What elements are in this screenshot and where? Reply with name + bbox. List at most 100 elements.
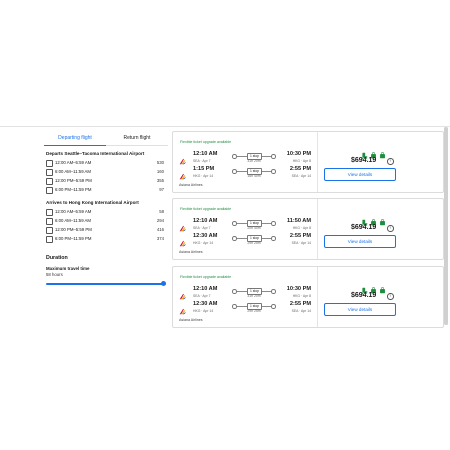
arrival-time: 2:55 PM	[289, 233, 311, 239]
airline-name: Asiana Airlines	[179, 318, 203, 322]
option-label: 6:00 AM–11:59 AM	[55, 169, 91, 174]
bag-icon	[379, 146, 386, 159]
flight-result-card[interactable]: Flexible ticket upgrade available 12:10 A…	[172, 198, 444, 260]
departs-option[interactable]: 12:00 PM–5:59 PM 355	[46, 177, 164, 185]
flight-result-card[interactable]: Flexible ticket upgrade available 12:10 A…	[172, 266, 444, 328]
airline-logo-icon	[179, 302, 186, 315]
scrollbar-thumb[interactable]	[444, 127, 448, 325]
flight-leg: 1:15 PM HKG · Apr 14 1 stop 16h 40m 2:55 PM S…	[179, 166, 315, 180]
max-travel-value: 58 hours	[46, 272, 63, 277]
checkbox[interactable]	[46, 208, 53, 216]
departure-info: SEA · Apr 7	[193, 158, 211, 163]
filters-sidebar: Departing flight Return flight Departs S…	[44, 127, 168, 325]
info-icon[interactable]: ?	[387, 158, 394, 165]
departure-info: HKG · Apr 14	[193, 308, 214, 313]
option-count: 355	[156, 178, 164, 183]
option-label: 6:00 PM–11:59 PM	[55, 187, 92, 192]
arrival-info: SEA · Apr 14	[291, 240, 311, 245]
option-label: 6:00 AM–11:59 AM	[55, 218, 91, 223]
bag-icon	[379, 213, 386, 226]
flight-duration: 31h 20m	[247, 159, 261, 163]
tab-departing-flight[interactable]: Departing flight	[44, 133, 106, 146]
view-details-button[interactable]: View details	[324, 168, 396, 181]
checkbox[interactable]	[46, 186, 53, 194]
arrives-option[interactable]: 6:00 AM–11:59 AM 294	[46, 217, 164, 225]
flight-duration: 31h 20m	[247, 294, 261, 298]
bag-icon	[379, 281, 386, 294]
arrival-time: 11:50 AM	[286, 218, 311, 224]
option-count: 416	[156, 227, 164, 232]
arrives-option[interactable]: 6:00 PM–11:59 PM 374	[46, 235, 164, 243]
info-icon[interactable]: ?	[387, 225, 394, 232]
departure-time: 1:15 PM	[193, 166, 215, 172]
airline-logo-icon	[179, 167, 186, 180]
option-label: 12:00 AM–5:59 AM	[55, 209, 92, 214]
flight-leg: 12:10 AM SEA · Apr 71 stop 20h 40m 11:50 AM…	[179, 218, 315, 232]
departs-filter-title: Departs Seattle–Tacoma International Air…	[46, 151, 145, 156]
airline-name: Asiana Airlines	[179, 183, 203, 187]
info-icon[interactable]: ?	[387, 293, 394, 300]
arrival-info: HKG · Apr 8	[292, 225, 311, 230]
flight-leg: 12:30 AM HKG · Apr 14 1 stop 29h 25m 2:55 PM…	[179, 233, 315, 247]
departure-time: 12:10 AM	[193, 151, 218, 157]
flight-duration: 29h 25m	[247, 241, 261, 245]
checkbox[interactable]	[46, 235, 53, 243]
departure-info: SEA · Apr 7	[193, 293, 211, 298]
duration-title: Duration	[46, 255, 68, 261]
airline-logo-icon	[179, 234, 186, 247]
bag-icon	[370, 146, 377, 159]
amenities	[361, 146, 391, 159]
arrival-info: SEA · Apr 14	[291, 173, 311, 178]
duration-slider-track[interactable]	[46, 283, 166, 285]
option-count: 374	[156, 236, 164, 241]
departs-option[interactable]: 6:00 AM–11:59 AM 160	[46, 168, 164, 176]
checkbox[interactable]	[46, 168, 53, 176]
seat-icon	[361, 281, 368, 294]
max-travel-label: Maximum travel time	[46, 266, 90, 271]
price: $694.19	[351, 292, 377, 299]
departure-info: HKG · Apr 14	[193, 240, 214, 245]
view-details-button[interactable]: View details	[324, 303, 396, 316]
card-divider	[317, 267, 318, 327]
airline-logo-icon	[179, 219, 186, 232]
arrival-info: HKG · Apr 8	[292, 293, 311, 298]
card-divider	[317, 132, 318, 192]
checkbox[interactable]	[46, 177, 53, 185]
arrival-time: 2:55 PM	[289, 166, 311, 172]
flight-leg: 12:30 AM HKG · Apr 14 1 stop 29h 25m 2:55 PM…	[179, 301, 315, 315]
seat-icon	[361, 213, 368, 226]
results-scrollbar[interactable]	[444, 127, 448, 325]
flight-duration: 20h 40m	[247, 226, 261, 230]
option-label: 6:00 PM–11:59 PM	[55, 236, 92, 241]
flight-duration: 16h 40m	[247, 174, 261, 178]
arrives-option[interactable]: 12:00 AM–5:59 AM 58	[46, 208, 164, 216]
departs-option[interactable]: 12:00 AM–5:59 AM 530	[46, 159, 164, 167]
airline-logo-icon	[179, 152, 186, 165]
departure-info: HKG · Apr 14	[193, 173, 214, 178]
flight-duration: 29h 25m	[247, 309, 261, 313]
price: $694.19	[351, 224, 377, 231]
departs-option[interactable]: 6:00 PM–11:59 PM 97	[46, 186, 164, 194]
flight-result-card[interactable]: Flexible ticket upgrade available 12:10 A…	[172, 131, 444, 193]
checkbox[interactable]	[46, 226, 53, 234]
arrival-time: 2:55 PM	[289, 301, 311, 307]
view-details-button[interactable]: View details	[324, 235, 396, 248]
upgrade-badge: Flexible ticket upgrade available	[180, 207, 232, 211]
flight-leg: 12:10 AM SEA · Apr 71 stop 31h 20m 10:30 PM…	[179, 151, 315, 165]
upgrade-badge: Flexible ticket upgrade available	[180, 140, 232, 144]
option-label: 12:00 PM–5:59 PM	[55, 178, 92, 183]
option-label: 12:00 PM–5:59 PM	[55, 227, 92, 232]
seat-icon	[361, 146, 368, 159]
option-count: 530	[156, 160, 164, 165]
duration-slider-handle[interactable]	[161, 280, 166, 286]
checkbox[interactable]	[46, 159, 53, 167]
arrives-option[interactable]: 12:00 PM–5:59 PM 416	[46, 226, 164, 234]
departure-info: SEA · Apr 7	[193, 225, 211, 230]
tab-return-flight[interactable]: Return flight	[106, 133, 168, 145]
arrives-filter-title: Arrives to Hong Kong International Airpo…	[46, 200, 139, 205]
departure-time: 12:30 AM	[193, 301, 218, 307]
option-count: 58	[159, 209, 164, 214]
flight-leg: 12:10 AM SEA · Apr 71 stop 31h 20m 10:30 PM…	[179, 286, 315, 300]
checkbox[interactable]	[46, 217, 53, 225]
bag-icon	[370, 281, 377, 294]
